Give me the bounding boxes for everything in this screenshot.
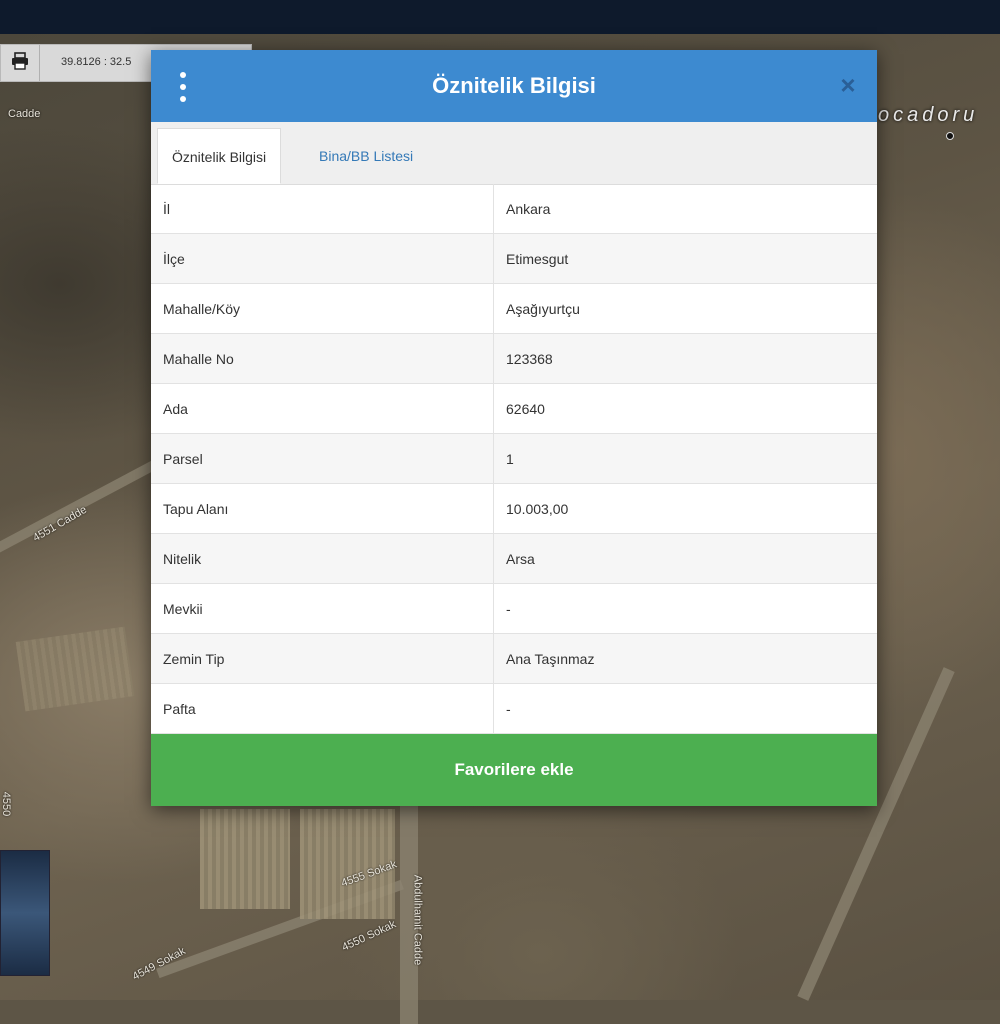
- print-icon: [11, 51, 29, 75]
- coordinate-readout: 39.8126 : 32.5: [61, 56, 132, 68]
- table-row: Mevkii -: [151, 583, 877, 634]
- attribute-value: 1: [493, 433, 877, 484]
- attribute-key: Mahalle/Köy: [151, 283, 494, 334]
- table-row: Nitelik Arsa: [151, 533, 877, 584]
- map-street-label: Abdulhamit Cadde: [411, 874, 424, 966]
- attribute-value: Etimesgut: [493, 233, 877, 284]
- attribute-info-dialog: Öznitelik Bilgisi × Öznitelik Bilgisi Bi…: [151, 50, 877, 806]
- map-field: [15, 626, 135, 712]
- close-icon[interactable]: ×: [835, 72, 861, 98]
- tab-bar: Öznitelik Bilgisi Bina/BB Listesi: [151, 122, 877, 185]
- table-row: İlçe Etimesgut: [151, 233, 877, 284]
- attribute-key: Tapu Alanı: [151, 483, 494, 534]
- dialog-header: Öznitelik Bilgisi ×: [151, 50, 877, 122]
- table-row: Ada 62640: [151, 383, 877, 434]
- attribute-key: Mevkii: [151, 583, 494, 634]
- table-row: Mahalle/Köy Aşağıyurtçu: [151, 283, 877, 334]
- map-field: [200, 809, 290, 909]
- attribute-value: 62640: [493, 383, 877, 434]
- attribute-value: Arsa: [493, 533, 877, 584]
- table-row: İl Ankara: [151, 184, 877, 234]
- attribute-value: Ana Taşınmaz: [493, 633, 877, 684]
- attribute-key: Zemin Tip: [151, 633, 494, 684]
- attribute-key: Pafta: [151, 683, 494, 734]
- table-row: Pafta -: [151, 683, 877, 734]
- print-button[interactable]: [1, 45, 40, 81]
- attribute-value: 123368: [493, 333, 877, 384]
- table-row: Zemin Tip Ana Taşınmaz: [151, 633, 877, 684]
- attribute-table: İl Ankara İlçe Etimesgut Mahalle/Köy Aşağıy…: [151, 184, 877, 734]
- attribute-value: 10.003,00: [493, 483, 877, 534]
- attribute-value: -: [493, 583, 877, 634]
- dialog-title: Öznitelik Bilgisi: [432, 73, 596, 98]
- attribute-key: İl: [151, 184, 494, 234]
- table-row: Parsel 1: [151, 433, 877, 484]
- table-row: Mahalle No 123368: [151, 333, 877, 384]
- map-street-label: 4550: [0, 791, 13, 817]
- map-place-label: ocadoru: [878, 104, 979, 126]
- kebab-menu-icon[interactable]: [177, 72, 189, 102]
- attribute-key: Parsel: [151, 433, 494, 484]
- attribute-key: Ada: [151, 383, 494, 434]
- attribute-value: Aşağıyurtçu: [493, 283, 877, 334]
- map-place-marker[interactable]: [946, 132, 954, 140]
- attribute-key: Nitelik: [151, 533, 494, 584]
- attribute-key: Mahalle No: [151, 333, 494, 384]
- map-street-label: 4550 Sokak: [340, 918, 398, 954]
- tab-attribute-info[interactable]: Öznitelik Bilgisi: [157, 128, 282, 184]
- attribute-value: -: [493, 683, 877, 734]
- attribute-key: İlçe: [151, 233, 494, 284]
- attribute-value: Ankara: [493, 184, 877, 234]
- basemap-thumbnail[interactable]: [0, 850, 50, 976]
- add-to-favorites-button[interactable]: Favorilere ekle: [151, 734, 877, 806]
- map-street-label: Cadde: [8, 108, 41, 120]
- tab-building-list[interactable]: Bina/BB Listesi: [305, 128, 427, 184]
- app-top-bar: [0, 0, 1000, 34]
- table-row: Tapu Alanı 10.003,00: [151, 483, 877, 534]
